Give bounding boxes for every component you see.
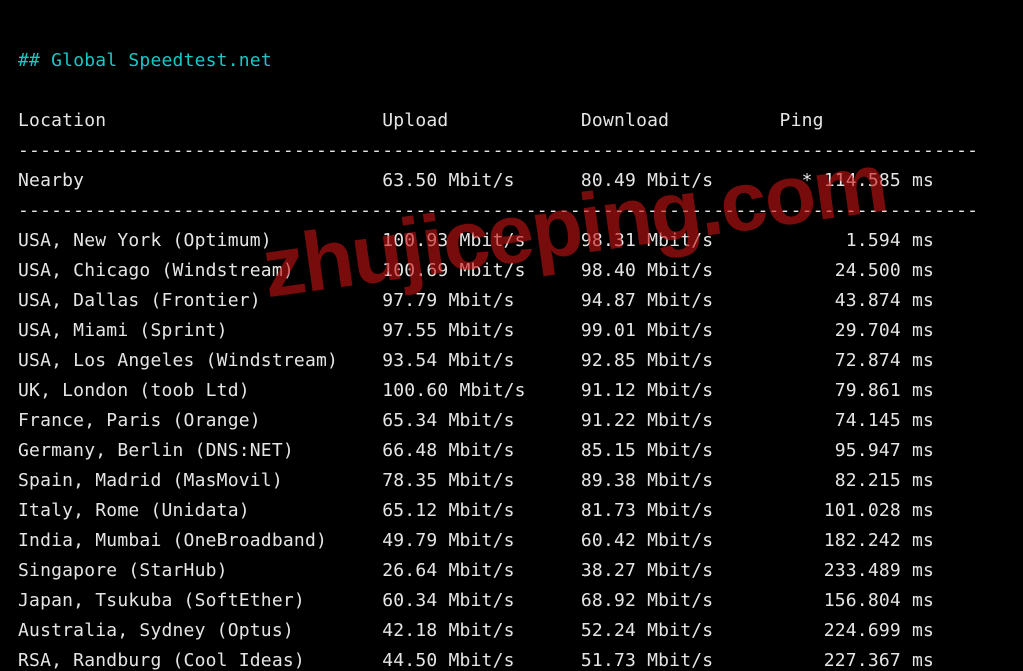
result-row: Australia, Sydney (Optus) 42.18 Mbit/s 5… xyxy=(18,620,934,641)
result-row: Spain, Madrid (MasMovil) 78.35 Mbit/s 89… xyxy=(18,470,934,491)
result-row: USA, Chicago (Windstream) 100.69 Mbit/s … xyxy=(18,260,934,281)
result-row: India, Mumbai (OneBroadband) 49.79 Mbit/… xyxy=(18,530,934,551)
result-row: Japan, Tsukuba (SoftEther) 60.34 Mbit/s … xyxy=(18,590,934,611)
result-row: Germany, Berlin (DNS:NET) 66.48 Mbit/s 8… xyxy=(18,440,934,461)
result-row: RSA, Randburg (Cool Ideas) 44.50 Mbit/s … xyxy=(18,650,934,671)
result-row: Singapore (StarHub) 26.64 Mbit/s 38.27 M… xyxy=(18,560,934,581)
section-title: Global Speedtest.net xyxy=(51,50,272,71)
result-row: USA, Los Angeles (Windstream) 93.54 Mbit… xyxy=(18,350,934,371)
title-prefix: ## xyxy=(18,50,51,71)
terminal-output: ## Global Speedtest.net Location Upload … xyxy=(0,0,1023,671)
nearby-row: Nearby 63.50 Mbit/s 80.49 Mbit/s * 114.5… xyxy=(18,170,934,191)
result-row: France, Paris (Orange) 65.34 Mbit/s 91.2… xyxy=(18,410,934,431)
result-row: USA, Dallas (Frontier) 97.79 Mbit/s 94.8… xyxy=(18,290,934,311)
divider-line: ----------------------------------------… xyxy=(18,140,978,161)
result-row: USA, Miami (Sprint) 97.55 Mbit/s 99.01 M… xyxy=(18,320,934,341)
result-row: USA, New York (Optimum) 100.93 Mbit/s 98… xyxy=(18,230,934,251)
result-row: Italy, Rome (Unidata) 65.12 Mbit/s 81.73… xyxy=(18,500,934,521)
divider-line: ----------------------------------------… xyxy=(18,200,978,221)
column-header-line: Location Upload Download Ping xyxy=(18,110,824,131)
section-title-line: ## Global Speedtest.net xyxy=(18,50,272,71)
result-row: UK, London (toob Ltd) 100.60 Mbit/s 91.1… xyxy=(18,380,934,401)
